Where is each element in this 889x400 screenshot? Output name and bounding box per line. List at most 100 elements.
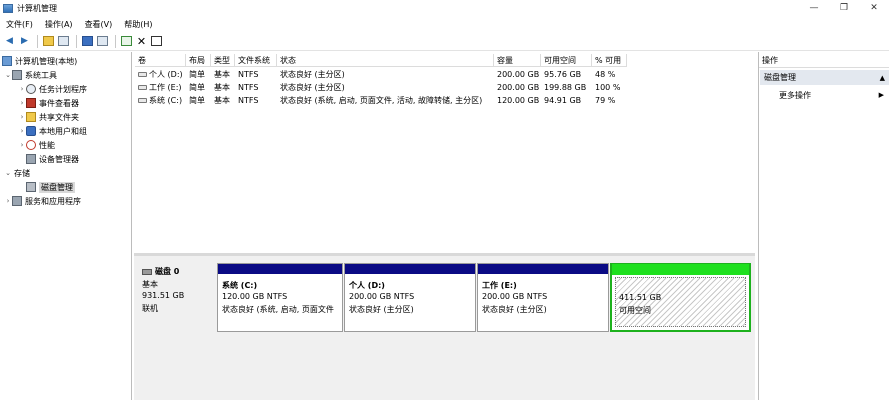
tree-item-storage[interactable]: ⌄ 存储 <box>4 166 30 180</box>
menu-view[interactable]: 查看(V) <box>79 19 119 30</box>
up-folder-button[interactable] <box>42 35 55 48</box>
tree-item-system-tools[interactable]: ⌄ 系统工具 <box>4 68 57 82</box>
toolbar-separator <box>115 34 116 48</box>
tree-label: 系统工具 <box>25 70 57 80</box>
help-button[interactable] <box>81 35 94 48</box>
tree-label: 任务计划程序 <box>39 84 87 94</box>
column-header-volume[interactable]: 卷 <box>135 54 186 67</box>
menu-bar: 文件(F) 操作(A) 查看(V) 帮助(H) <box>0 16 889 32</box>
volume-layout: 简单 <box>189 83 205 92</box>
tree-label: 磁盘管理 <box>39 181 75 193</box>
back-button[interactable]: ◀ <box>3 35 16 48</box>
menu-help[interactable]: 帮助(H) <box>118 19 158 30</box>
chevron-right-icon: › <box>20 141 24 149</box>
column-header-type[interactable]: 类型 <box>211 54 235 67</box>
volume-filesystem: NTFS <box>238 96 259 105</box>
tree-label: 共享文件夹 <box>39 112 79 122</box>
volume-capacity: 120.00 GB <box>497 96 540 105</box>
volume-name: 系统 (C:) <box>149 96 183 105</box>
users-icon <box>26 126 36 136</box>
tree-label: 性能 <box>39 140 55 150</box>
forward-button[interactable]: ▶ <box>18 35 31 48</box>
table-row[interactable]: 工作 (E:) <box>135 81 186 94</box>
tree-item-disk-management[interactable]: 磁盘管理 <box>26 180 75 194</box>
tree-item-root[interactable]: 计算机管理(本地) <box>2 54 77 68</box>
action-pane-icon <box>97 36 108 46</box>
volume-layout: 简单 <box>189 96 205 105</box>
services-icon <box>12 196 22 206</box>
column-header-filesystem[interactable]: 文件系统 <box>235 54 277 67</box>
maximize-button[interactable]: ❐ <box>829 0 859 16</box>
collapse-arrow-icon: ▲ <box>879 73 885 82</box>
tree-item-performance[interactable]: › 性能 <box>18 138 55 152</box>
minimize-button[interactable]: — <box>799 0 829 16</box>
volume-filesystem: NTFS <box>238 70 259 79</box>
partition-system-c[interactable]: 系统 (C:) 120.00 GB NTFS 状态良好 (系统, 启动, 页面文… <box>217 263 343 332</box>
volume-name: 个人 (D:) <box>149 70 183 79</box>
volume-icon <box>138 72 147 77</box>
refresh-icon <box>121 36 132 46</box>
partition-size: 200.00 GB NTFS <box>482 292 548 301</box>
more-actions-item[interactable]: 更多操作 ▶ <box>759 88 889 102</box>
window-title: 计算机管理 <box>17 3 57 13</box>
disk-icon <box>142 268 152 275</box>
partition-unallocated[interactable]: 411.51 GB 可用空间 <box>610 263 751 332</box>
partition-size: 200.00 GB NTFS <box>349 292 415 301</box>
close-button[interactable]: ✕ <box>859 0 889 16</box>
computer-icon <box>2 56 12 66</box>
partition-name: 系统 (C:) <box>222 281 258 290</box>
volume-status: 状态良好 (主分区) <box>280 83 345 92</box>
column-header-free-space[interactable]: 可用空间 <box>541 54 592 67</box>
volume-free-space: 95.76 GB <box>544 70 582 79</box>
disk-name: 磁盘 0 <box>155 267 180 276</box>
chevron-down-icon: ⌄ <box>5 71 11 79</box>
delete-button[interactable]: ✕ <box>135 35 148 48</box>
menu-file[interactable]: 文件(F) <box>0 19 39 30</box>
table-row[interactable]: 系统 (C:) <box>135 94 186 107</box>
volume-list: 卷 布局 类型 文件系统 状态 容量 可用空间 % 可用 个人 (D:) 简单 … <box>135 54 753 253</box>
show-hide-tree-button[interactable] <box>57 35 70 48</box>
chevron-right-icon: › <box>6 197 10 205</box>
tree-item-device-manager[interactable]: 设备管理器 <box>26 152 79 166</box>
volume-percent-free: 48 % <box>595 70 616 79</box>
partition-personal-d[interactable]: 个人 (D:) 200.00 GB NTFS 状态良好 (主分区) <box>344 263 476 332</box>
unallocated-hatch: 411.51 GB 可用空间 <box>615 277 746 327</box>
clock-icon <box>26 84 36 94</box>
chevron-right-icon: › <box>20 113 24 121</box>
unallocated-size: 411.51 GB <box>619 293 662 302</box>
chevron-right-icon: › <box>20 127 24 135</box>
menu-action[interactable]: 操作(A) <box>39 19 79 30</box>
properties-button[interactable] <box>150 35 163 48</box>
actions-group-disk-management[interactable]: 磁盘管理 ▲ <box>760 70 889 85</box>
actions-header: 操作 <box>759 54 889 68</box>
tree-item-shared-folders[interactable]: › 共享文件夹 <box>18 110 79 124</box>
action-pane-button[interactable] <box>96 35 109 48</box>
partition-status: 状态良好 (主分区) <box>349 305 414 314</box>
back-arrow-icon: ◀ <box>6 36 13 46</box>
volume-layout: 简单 <box>189 70 205 79</box>
tree-item-local-users[interactable]: › 本地用户和组 <box>18 124 87 138</box>
table-row[interactable]: 个人 (D:) <box>135 68 186 81</box>
chevron-down-icon: ⌄ <box>5 169 11 177</box>
column-header-layout[interactable]: 布局 <box>186 54 211 67</box>
performance-icon <box>26 140 36 150</box>
window-controls: — ❐ ✕ <box>799 0 889 16</box>
help-icon <box>82 36 93 46</box>
disk-info[interactable]: 磁盘 0 基本 931.51 GB 联机 <box>138 262 216 334</box>
properties-icon <box>151 36 162 46</box>
column-header-status[interactable]: 状态 <box>277 54 494 67</box>
column-header-percent-free[interactable]: % 可用 <box>592 54 627 67</box>
tree-item-event-viewer[interactable]: › 事件查看器 <box>18 96 79 110</box>
volume-percent-free: 79 % <box>595 96 616 105</box>
partition-status: 状态良好 (主分区) <box>482 305 547 314</box>
tree-item-task-scheduler[interactable]: › 任务计划程序 <box>18 82 87 96</box>
disk-state: 联机 <box>142 304 158 313</box>
tools-icon <box>12 70 22 80</box>
refresh-button[interactable] <box>120 35 133 48</box>
tree-item-services-apps[interactable]: › 服务和应用程序 <box>4 194 81 208</box>
volume-free-space: 94.91 GB <box>544 96 582 105</box>
navigation-tree: 计算机管理(本地) ⌄ 系统工具 › 任务计划程序 › 事件查看器 › 共享文件… <box>0 52 132 400</box>
volume-free-space: 199.88 GB <box>544 83 587 92</box>
column-header-capacity[interactable]: 容量 <box>494 54 541 67</box>
partition-work-e[interactable]: 工作 (E:) 200.00 GB NTFS 状态良好 (主分区) <box>477 263 609 332</box>
